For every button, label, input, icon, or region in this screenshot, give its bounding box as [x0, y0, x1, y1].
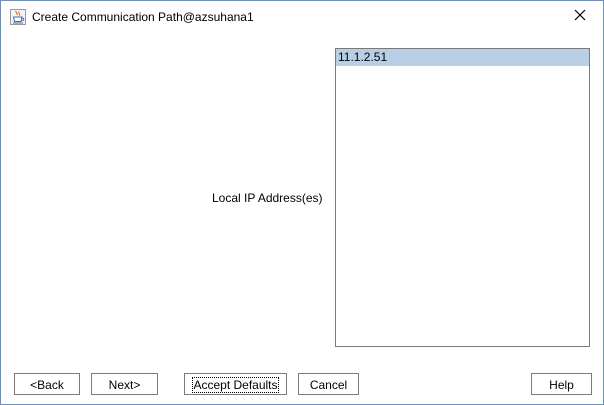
- help-button-label: Help: [549, 378, 574, 392]
- help-button[interactable]: Help: [531, 373, 592, 395]
- window-title: Create Communication Path@azsuhana1: [32, 10, 254, 24]
- dialog-window: Create Communication Path@azsuhana1 Loca…: [0, 0, 604, 405]
- next-button-label: Next>: [108, 378, 141, 392]
- title-bar[interactable]: Create Communication Path@azsuhana1: [1, 1, 603, 32]
- next-button[interactable]: Next>: [91, 373, 158, 395]
- cancel-button-label: Cancel: [309, 378, 348, 392]
- accept-defaults-button[interactable]: Accept Defaults: [184, 373, 287, 395]
- local-ip-listbox[interactable]: 11.1.2.51: [335, 48, 590, 347]
- back-button-label: <Back: [30, 378, 64, 392]
- java-cup-icon: [10, 9, 26, 25]
- cancel-button[interactable]: Cancel: [298, 373, 359, 395]
- close-button[interactable]: [557, 1, 603, 32]
- accept-defaults-button-label: Accept Defaults: [192, 377, 279, 393]
- local-ip-label: Local IP Address(es): [212, 191, 323, 205]
- back-button[interactable]: <Back: [14, 373, 80, 395]
- close-icon: [574, 9, 586, 24]
- ip-list-item[interactable]: 11.1.2.51: [336, 49, 589, 66]
